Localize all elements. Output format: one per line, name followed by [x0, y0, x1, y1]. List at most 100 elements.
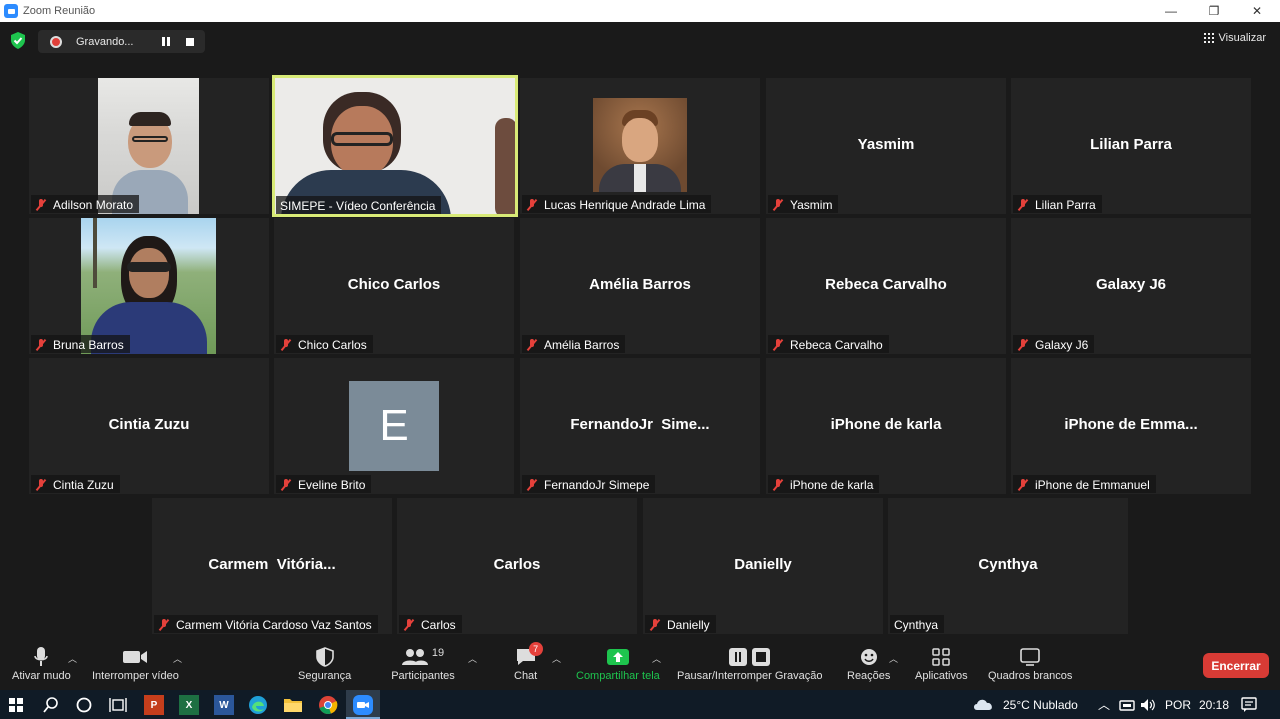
reactions-options-caret-icon[interactable]: ︿ — [889, 652, 898, 665]
participant-display-name: Galaxy J6 — [1095, 276, 1167, 293]
mic-muted-icon — [526, 339, 538, 351]
task-view-icon[interactable] — [109, 697, 127, 713]
window-titlebar: Zoom Reunião — ❐ ✕ — [0, 0, 1280, 22]
video-tile[interactable]: iPhone de Emma... iPhone de Emmanuel — [1011, 358, 1251, 494]
view-button[interactable]: Visualizar — [1203, 32, 1267, 44]
chat-button[interactable]: 7 Chat — [514, 642, 543, 682]
video-tile[interactable]: Yasmim Yasmim — [766, 78, 1006, 214]
participant-name: Rebeca Carvalho — [790, 338, 883, 352]
mic-muted-icon — [772, 479, 784, 491]
mic-muted-icon — [280, 339, 292, 351]
video-tile[interactable]: Rebeca Carvalho Rebeca Carvalho — [766, 218, 1006, 354]
apps-button[interactable]: Aplicativos — [915, 644, 968, 682]
participants-options-caret-icon[interactable]: ︿ — [468, 652, 477, 665]
speaker-volume-icon[interactable] — [1140, 698, 1156, 712]
edge-browser-icon[interactable] — [248, 695, 268, 715]
video-tile[interactable]: Chico Carlos Chico Carlos — [274, 218, 514, 354]
video-tile[interactable]: iPhone de karla iPhone de karla — [766, 358, 1006, 494]
pause-recording-icon[interactable] — [162, 37, 170, 46]
participant-label: Danielly — [645, 615, 716, 633]
participant-name: Danielly — [667, 618, 710, 632]
participant-display-name: iPhone de Emma... — [1064, 416, 1198, 433]
participant-name: FernandoJr Simepe — [544, 478, 650, 492]
mic-muted-icon — [526, 479, 538, 491]
microphone-icon — [34, 647, 49, 666]
smiley-icon — [860, 649, 877, 665]
reactions-button[interactable]: Reações — [847, 644, 890, 682]
excel-icon[interactable]: X — [179, 695, 199, 715]
mute-button[interactable]: Ativar mudo — [12, 644, 71, 682]
share-options-caret-icon[interactable]: ︿ — [652, 652, 661, 665]
show-hidden-icons-caret-icon[interactable]: ︿ — [1098, 696, 1110, 713]
language-indicator[interactable]: POR — [1165, 698, 1191, 712]
cloud-weather-icon[interactable] — [972, 696, 996, 712]
video-tile[interactable]: Lilian Parra Lilian Parra — [1011, 78, 1251, 214]
participant-name: Carmem Vitória Cardoso Vaz Santos — [176, 618, 372, 632]
recording-indicator: Gravando... — [38, 30, 205, 53]
video-tile[interactable]: Carlos Carlos — [397, 498, 637, 634]
mic-muted-icon — [1017, 199, 1029, 211]
stop-video-button[interactable]: Interromper vídeo — [92, 644, 179, 682]
cortana-icon[interactable] — [76, 697, 92, 713]
zoom-taskbar-item[interactable] — [346, 690, 380, 719]
pause-stop-icon — [728, 648, 770, 666]
video-tile[interactable]: Amélia Barros Amélia Barros — [520, 218, 760, 354]
video-tile[interactable]: Carmem Vitória... Carmem Vitória Cardoso… — [152, 498, 392, 634]
word-icon[interactable]: W — [214, 695, 234, 715]
chat-badge: 7 — [528, 642, 543, 656]
minimize-button[interactable]: — — [1151, 0, 1191, 22]
security-button-label: Segurança — [298, 670, 352, 682]
video-tile[interactable]: Danielly Danielly — [643, 498, 883, 634]
video-tile[interactable]: E Eveline Brito — [274, 358, 514, 494]
window-title: Zoom Reunião — [23, 5, 96, 17]
video-options-caret-icon[interactable]: ︿ — [173, 652, 182, 665]
share-screen-button[interactable]: Compartilhar tela — [576, 644, 660, 682]
chrome-browser-icon[interactable] — [318, 695, 338, 715]
network-icon[interactable] — [1119, 698, 1135, 712]
close-button[interactable]: ✕ — [1237, 0, 1277, 22]
participant-label: Cintia Zuzu — [31, 475, 120, 493]
participant-label: Lilian Parra — [1013, 195, 1102, 213]
weather-text[interactable]: 25°C Nublado — [1003, 698, 1078, 712]
notifications-icon[interactable] — [1241, 697, 1257, 713]
powerpoint-icon[interactable]: P — [144, 695, 164, 715]
windows-start-icon[interactable] — [9, 698, 23, 712]
mic-muted-icon — [772, 199, 784, 211]
video-tile[interactable]: Galaxy J6 Galaxy J6 — [1011, 218, 1251, 354]
video-tile[interactable]: Adilson Morato — [29, 78, 269, 214]
participant-name: Eveline Brito — [298, 478, 366, 492]
pause-stop-recording-button[interactable]: Pausar/Interromper Gravação — [677, 644, 823, 682]
restore-button[interactable]: ❐ — [1194, 0, 1234, 22]
participant-label: Adilson Morato — [31, 195, 140, 213]
security-button[interactable]: Segurança — [298, 644, 351, 682]
search-icon[interactable] — [43, 697, 59, 713]
mute-button-label: Ativar mudo — [12, 670, 71, 682]
participant-label: Bruna Barros — [31, 335, 130, 353]
video-tile[interactable]: Bruna Barros — [29, 218, 269, 354]
audio-options-caret-icon[interactable]: ︿ — [68, 652, 77, 665]
chat-options-caret-icon[interactable]: ︿ — [552, 652, 561, 665]
end-meeting-button[interactable]: Encerrar — [1203, 653, 1269, 678]
video-tile[interactable]: Cintia Zuzu Cintia Zuzu — [29, 358, 269, 494]
view-button-label: Visualizar — [1218, 32, 1267, 44]
participant-name: Lilian Parra — [1035, 198, 1096, 212]
mic-muted-icon — [403, 619, 415, 631]
mic-muted-icon — [35, 479, 47, 491]
participant-label: Amélia Barros — [522, 335, 626, 353]
video-tile[interactable]: FernandoJr Sime... FernandoJr Simepe — [520, 358, 760, 494]
participants-button[interactable]: 19 Participantes — [391, 644, 455, 682]
avatar: E — [349, 381, 439, 471]
video-tile[interactable]: Lucas Henrique Andrade Lima — [520, 78, 760, 214]
mic-muted-icon — [158, 619, 170, 631]
video-tile[interactable]: Cynthya Cynthya — [888, 498, 1128, 634]
participant-name: Yasmim — [790, 198, 833, 212]
clock-time[interactable]: 20:18 — [1199, 698, 1229, 712]
security-shield-icon[interactable] — [10, 32, 26, 49]
stop-recording-icon[interactable] — [186, 37, 194, 46]
whiteboards-button[interactable]: Quadros brancos — [988, 644, 1072, 682]
mic-muted-icon — [649, 619, 661, 631]
meeting-top-bar: Gravando... Visualizar — [0, 22, 1280, 60]
video-tile-active-speaker[interactable]: SIMEPE - Vídeo Conferência — [272, 75, 518, 217]
file-explorer-icon[interactable] — [283, 696, 303, 714]
meeting-toolbar: Ativar mudo ︿ Interromper vídeo ︿ Segura… — [0, 640, 1280, 690]
